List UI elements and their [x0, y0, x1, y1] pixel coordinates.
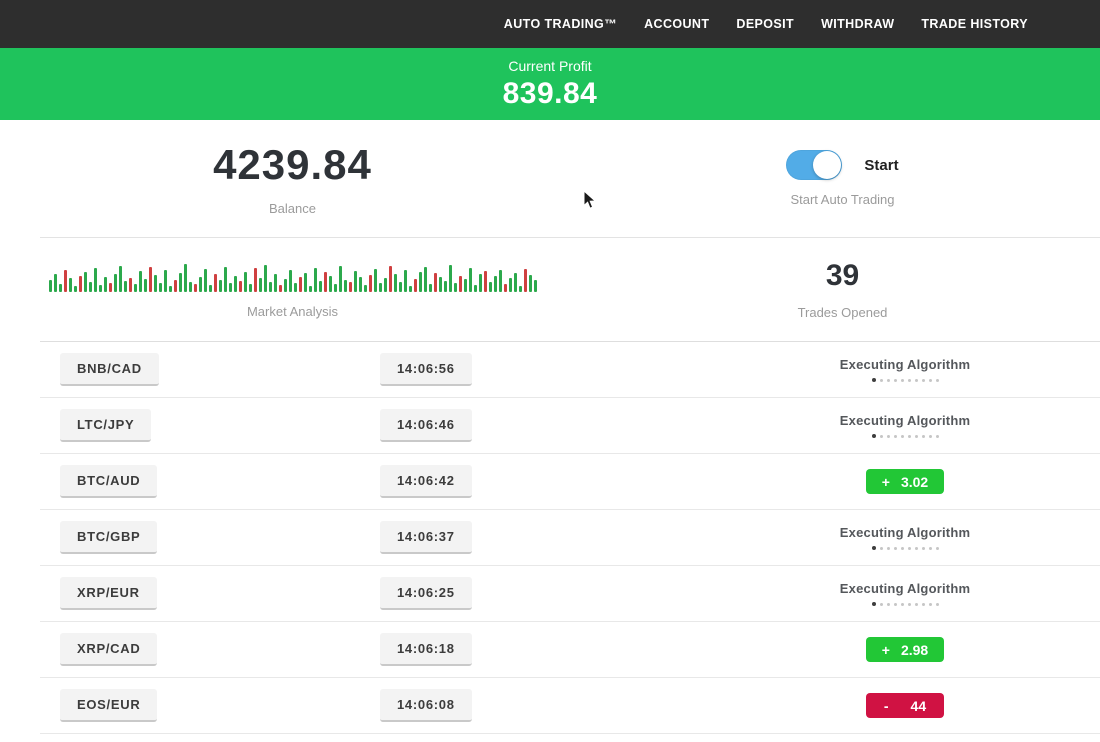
top-nav: AUTO TRADING™ ACCOUNT DEPOSIT WITHDRAW T…	[0, 0, 1100, 48]
trade-row: BTC/AUD 14:06:42 +3.02	[40, 454, 1100, 510]
trade-result-badge: +2.98	[866, 637, 944, 662]
executing-progress-dots	[840, 379, 970, 383]
pair-badge[interactable]: EOS/EUR	[60, 689, 157, 722]
pair-badge[interactable]: BTC/AUD	[60, 465, 157, 498]
time-badge[interactable]: 14:06:56	[380, 353, 472, 386]
auto-trading-sublabel: Start Auto Trading	[790, 192, 894, 207]
nav-auto-trading[interactable]: AUTO TRADING™	[504, 17, 617, 31]
toggle-label: Start	[864, 157, 898, 174]
trade-status: Executing Algorithm	[840, 357, 970, 383]
trades-opened-label: Trades Opened	[798, 305, 888, 320]
trade-row: XRP/CAD 14:06:18 +2.98	[40, 622, 1100, 678]
executing-algorithm-label: Executing Algorithm	[840, 525, 970, 540]
current-profit-banner: Current Profit 839.84	[0, 48, 1100, 120]
trade-row: EOS/EUR 14:06:08 -44	[40, 678, 1100, 734]
trades-opened-block: 39 Trades Opened	[585, 238, 1100, 341]
trade-status: Executing Algorithm	[840, 581, 970, 607]
trades-opened-value: 39	[826, 259, 859, 293]
pair-badge[interactable]: XRP/EUR	[60, 577, 157, 610]
trade-row: BNB/CAD 14:06:56 Executing Algorithm	[40, 342, 1100, 398]
executing-algorithm-label: Executing Algorithm	[840, 581, 970, 596]
trade-status: Executing Algorithm	[840, 413, 970, 439]
time-badge[interactable]: 14:06:08	[380, 689, 472, 722]
balance-block: 4239.84 Balance	[0, 120, 585, 237]
trade-row: LTC/JPY 14:06:46 Executing Algorithm	[40, 398, 1100, 454]
stats-section: 4239.84 Balance Start Start Auto Trading	[0, 120, 1100, 237]
trade-row: XRP/EUR 14:06:25 Executing Algorithm	[40, 566, 1100, 622]
pair-badge[interactable]: BTC/GBP	[60, 521, 157, 554]
trade-status: +2.98	[866, 637, 944, 662]
executing-progress-dots	[840, 547, 970, 551]
time-badge[interactable]: 14:06:42	[380, 465, 472, 498]
trade-result-badge: -44	[866, 693, 944, 718]
current-profit-label: Current Profit	[508, 58, 591, 74]
market-analysis-label: Market Analysis	[247, 304, 338, 319]
trades-list: BNB/CAD 14:06:56 Executing Algorithm LTC…	[40, 341, 1100, 734]
trade-row: BTC/GBP 14:06:37 Executing Algorithm	[40, 510, 1100, 566]
trade-status: -44	[866, 693, 944, 718]
market-section: Market Analysis 39 Trades Opened	[0, 238, 1100, 341]
executing-progress-dots	[840, 435, 970, 439]
trade-status: Executing Algorithm	[840, 525, 970, 551]
time-badge[interactable]: 14:06:18	[380, 633, 472, 666]
pair-badge[interactable]: BNB/CAD	[60, 353, 159, 386]
time-badge[interactable]: 14:06:46	[380, 409, 472, 442]
toggle-knob-icon	[813, 151, 841, 179]
trade-status: +3.02	[866, 469, 944, 494]
nav-account[interactable]: ACCOUNT	[644, 17, 709, 31]
auto-trading-toggle[interactable]	[786, 150, 842, 180]
nav-withdraw[interactable]: WITHDRAW	[821, 17, 894, 31]
market-analysis-block: Market Analysis	[0, 238, 585, 341]
time-badge[interactable]: 14:06:37	[380, 521, 472, 554]
executing-algorithm-label: Executing Algorithm	[840, 357, 970, 372]
current-profit-value: 839.84	[503, 77, 598, 111]
nav-deposit[interactable]: DEPOSIT	[736, 17, 794, 31]
pair-badge[interactable]: LTC/JPY	[60, 409, 151, 442]
pair-badge[interactable]: XRP/CAD	[60, 633, 157, 666]
balance-value: 4239.84	[213, 141, 372, 189]
nav-trade-history[interactable]: TRADE HISTORY	[921, 17, 1028, 31]
time-badge[interactable]: 14:06:25	[380, 577, 472, 610]
executing-progress-dots	[840, 603, 970, 607]
executing-algorithm-label: Executing Algorithm	[840, 413, 970, 428]
trade-result-badge: +3.02	[866, 469, 944, 494]
market-analysis-chart	[49, 261, 537, 292]
balance-label: Balance	[269, 201, 316, 216]
auto-trading-block: Start Start Auto Trading	[585, 120, 1100, 237]
